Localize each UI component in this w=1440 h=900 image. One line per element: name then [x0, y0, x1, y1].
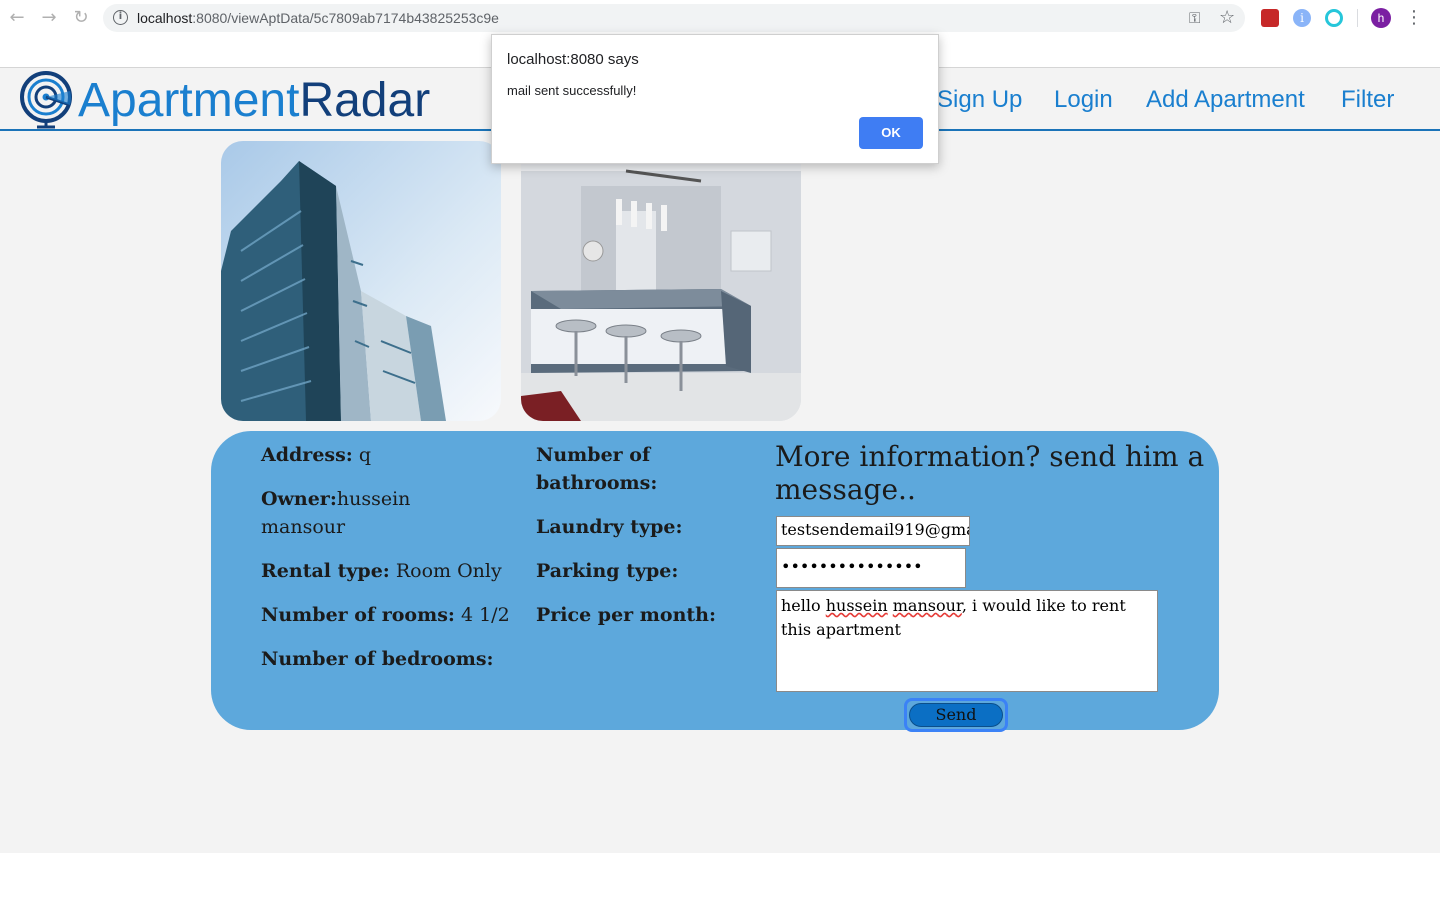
rental-type-field: Rental type: Room Only [261, 560, 502, 582]
alert-dialog: localhost:8080 says mail sent successful… [491, 34, 939, 164]
kebab-menu-icon[interactable]: ⋮ [1404, 6, 1424, 30]
email-input[interactable]: testsendemail919@gmail [776, 516, 970, 546]
owner-field: Owner:hussein mansour [261, 488, 411, 538]
site-info-icon[interactable]: i [113, 10, 128, 25]
parking-field: Parking type: [536, 560, 679, 582]
bathrooms-field: Number of bathrooms: [536, 444, 658, 494]
radar-globe-logo-icon[interactable] [20, 71, 74, 129]
alert-message: mail sent successfully! [507, 83, 637, 98]
nav-login[interactable]: Login [1054, 86, 1113, 114]
send-button-label[interactable]: Send [909, 703, 1003, 727]
bookmark-star-icon[interactable]: ☆ [1219, 7, 1235, 28]
key-icon[interactable]: ⚿ [1189, 9, 1200, 27]
price-field: Price per month: [536, 604, 716, 626]
nav-add-apartment[interactable]: Add Apartment [1146, 86, 1305, 114]
profile-avatar[interactable]: h [1371, 8, 1391, 28]
url-text[interactable]: localhost:8080/viewAptData/5c7809ab7174b… [137, 10, 499, 26]
apartment-info-panel: Address: q Owner:hussein mansour Rental … [211, 431, 1219, 732]
extension-icon[interactable] [1261, 9, 1279, 27]
brand-wordmark[interactable]: ApartmentRadar [78, 73, 430, 129]
nav-filter[interactable]: Filter [1341, 86, 1394, 114]
bedrooms-field: Number of bedrooms: [261, 648, 494, 670]
address-bar[interactable]: i localhost:8080/viewAptData/5c7809ab717… [103, 4, 1245, 32]
toolbar-divider [1357, 9, 1358, 27]
apartment-building-photo[interactable] [221, 141, 501, 421]
alert-ok-button[interactable]: OK [859, 117, 923, 149]
forward-arrow-icon[interactable]: → [37, 6, 61, 30]
kitchen-interior-photo[interactable] [521, 141, 801, 421]
back-arrow-icon[interactable]: ← [5, 6, 29, 30]
address-field: Address: q [261, 444, 372, 466]
info-extension-icon[interactable]: i [1293, 9, 1311, 27]
reload-icon[interactable]: ↻ [69, 6, 93, 30]
alert-title: localhost:8080 says [507, 51, 639, 68]
target-extension-icon[interactable] [1325, 9, 1343, 27]
browser-toolbar: ← → ↻ i localhost:8080/viewAptData/5c780… [0, 0, 1440, 36]
password-input[interactable]: ••••••••••••••• [776, 548, 966, 588]
message-textarea[interactable]: hello hussein mansour, i would like to r… [776, 590, 1158, 692]
send-button[interactable]: Send [904, 698, 1008, 732]
nav-sign-up[interactable]: Sign Up [937, 86, 1022, 114]
message-heading: More information? send him a message.. [775, 440, 1205, 506]
rooms-field: Number of rooms: 4 1/2 [261, 604, 510, 626]
laundry-field: Laundry type: [536, 516, 683, 538]
